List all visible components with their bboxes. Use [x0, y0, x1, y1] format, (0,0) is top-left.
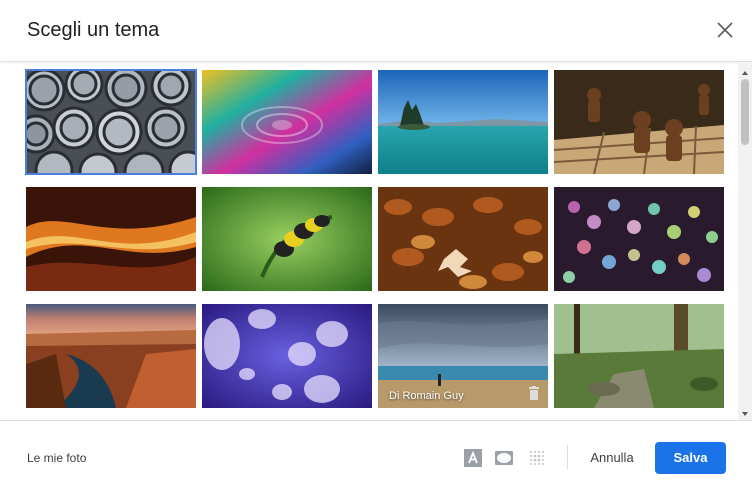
theme-dialog: Scegli un tema Di Romain Guy Le mie foto…: [0, 0, 752, 494]
theme-metal-pipes[interactable]: [25, 69, 197, 175]
theme-beach[interactable]: Di Romain Guy: [378, 304, 548, 408]
theme-forest-stream[interactable]: [554, 304, 724, 408]
dialog-footer: Le mie foto Annulla Salva: [0, 420, 752, 494]
dialog-title: Scegli un tema: [27, 19, 160, 41]
gallery-scrollbar[interactable]: [738, 63, 752, 420]
theme-colorful-water[interactable]: [202, 70, 372, 174]
scroll-down-icon[interactable]: [738, 406, 752, 416]
theme-lake[interactable]: [378, 70, 548, 174]
theme-caterpillar[interactable]: [202, 187, 372, 291]
theme-canyon-river[interactable]: [26, 304, 196, 408]
my-photos-link[interactable]: Le mie foto: [27, 451, 86, 465]
theme-chess[interactable]: [554, 70, 724, 174]
theme-jellyfish[interactable]: [202, 304, 372, 408]
scroll-up-icon[interactable]: [738, 65, 752, 75]
blur-icon[interactable]: [527, 448, 547, 468]
cancel-button[interactable]: Annulla: [580, 442, 644, 474]
footer-divider: [567, 445, 568, 469]
save-button[interactable]: Salva: [655, 442, 726, 474]
text-color-icon[interactable]: [463, 448, 483, 468]
close-icon[interactable]: [712, 17, 738, 43]
vignette-icon[interactable]: [494, 448, 514, 468]
theme-autumn-leaves[interactable]: [378, 187, 548, 291]
scroll-thumb[interactable]: [741, 79, 749, 145]
trash-icon[interactable]: [528, 386, 540, 400]
theme-gallery: Di Romain Guy: [0, 63, 752, 420]
dialog-header: Scegli un tema: [0, 0, 752, 62]
photo-credit: Di Romain Guy: [389, 390, 464, 402]
theme-canyon-waves[interactable]: [26, 187, 196, 291]
theme-bokeh[interactable]: [554, 187, 724, 291]
